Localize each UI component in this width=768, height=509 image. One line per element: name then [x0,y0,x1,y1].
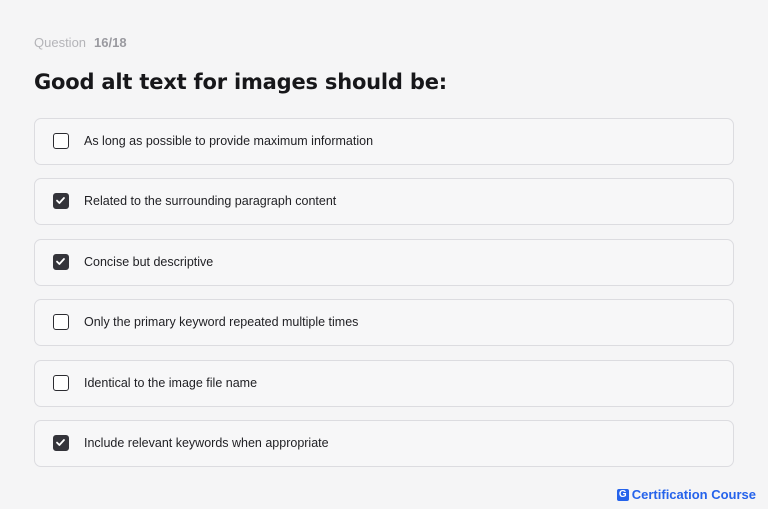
answer-option-label: As long as possible to provide maximum i… [84,134,374,148]
question-progress: Question 16/18 [34,35,127,50]
progress-count: 16/18 [94,35,127,50]
answer-options: As long as possible to provide maximum i… [34,118,734,480]
answer-option-label: Only the primary keyword repeated multip… [84,315,359,330]
answer-option[interactable]: Related to the surrounding paragraph con… [34,178,734,226]
checkbox[interactable] [53,193,69,210]
answer-option[interactable]: As long as possible to provide maximum i… [34,118,734,165]
answer-option-label: Identical to the image file name [84,375,258,390]
progress-label: Question [34,35,87,50]
checkbox[interactable] [53,314,69,331]
answer-option[interactable]: Only the primary keyword repeated multip… [34,299,734,347]
brand-name: Certification Course [631,487,756,502]
checkbox[interactable] [53,253,69,270]
answer-option-label: Concise but descriptive [84,254,214,269]
answer-option-label: Include relevant keywords when appropria… [84,435,329,450]
brand-logo-icon: G [616,488,629,501]
checkmark-icon [56,197,65,205]
answer-option-label: Related to the surrounding paragraph con… [84,194,337,209]
checkbox[interactable] [53,434,69,451]
answer-option[interactable]: Concise but descriptive [34,238,734,286]
answer-option[interactable]: Include relevant keywords when appropria… [34,419,734,467]
checkbox[interactable] [53,133,69,149]
checkmark-icon [56,439,65,446]
answer-option[interactable]: Identical to the image file name [34,359,734,407]
brand-footer: G Certification Course [616,487,756,502]
question-title: Good alt text for images should be: [34,70,447,94]
checkmark-icon [56,257,65,265]
checkbox[interactable] [53,374,69,391]
